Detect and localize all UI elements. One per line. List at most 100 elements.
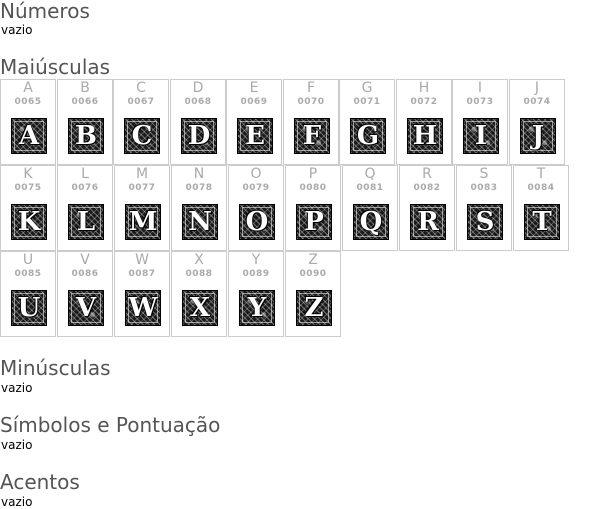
ornamental-initial-glyph: X xyxy=(182,290,218,326)
glyph-cell[interactable]: H 0072 H xyxy=(396,79,452,165)
glyph-cell[interactable]: M 0077 M xyxy=(114,165,170,251)
glyph-cell[interactable]: R 0082 R xyxy=(399,165,455,251)
glyph-cell[interactable]: C 0067 C xyxy=(113,79,169,165)
glyph-char-label: J xyxy=(534,80,540,96)
glyph-code-label: 0077 xyxy=(128,183,156,193)
glyph-char-label: A xyxy=(23,80,33,96)
glyph-char-label: L xyxy=(81,166,89,182)
glyph-preview-letter: Z xyxy=(304,293,324,323)
glyph-code-label: 0070 xyxy=(297,97,325,107)
glyph-preview-letter: W xyxy=(128,293,158,323)
glyph-cell[interactable]: I 0073 I xyxy=(452,79,508,165)
glyph-preview-letter: F xyxy=(302,121,322,151)
glyph-preview-letter: J xyxy=(531,121,545,151)
glyph-preview-letter: N xyxy=(188,207,212,237)
glyph-cell[interactable]: V 0086 V xyxy=(57,251,113,337)
glyph-cell[interactable]: Y 0089 Y xyxy=(228,251,284,337)
glyph-code-label: 0065 xyxy=(14,97,42,107)
glyph-cell[interactable]: Z 0090 Z xyxy=(285,251,341,337)
glyph-char-label: M xyxy=(135,166,149,182)
glyph-preview-letter: C xyxy=(131,121,153,151)
glyph-preview-letter: V xyxy=(75,293,97,323)
heading-acentos: Acentos xyxy=(0,470,80,494)
glyph-cell[interactable]: X 0088 X xyxy=(171,251,227,337)
glyph-preview-letter: A xyxy=(18,121,40,151)
glyph-char-label: X xyxy=(194,252,204,268)
ornamental-initial-glyph: Z xyxy=(296,290,332,326)
ornamental-initial-glyph: L xyxy=(68,204,104,240)
glyph-preview-letter: I xyxy=(474,121,488,151)
ornamental-initial-glyph: Y xyxy=(239,290,275,326)
glyph-cell[interactable]: F 0070 F xyxy=(283,79,339,165)
glyph-code-label: 0083 xyxy=(470,183,498,193)
glyph-cell[interactable]: K 0075 K xyxy=(0,165,56,251)
glyph-code-label: 0088 xyxy=(185,269,213,279)
ornamental-initial-glyph: S xyxy=(467,204,503,240)
glyph-cell[interactable]: O 0079 O xyxy=(228,165,284,251)
glyph-cell[interactable]: Q 0081 Q xyxy=(342,165,398,251)
glyph-char-label: Q xyxy=(364,166,376,182)
glyph-cell[interactable]: U 0085 U xyxy=(0,251,56,337)
glyph-char-label: Y xyxy=(251,252,261,268)
glyph-char-label: P xyxy=(308,166,318,182)
glyph-preview-letter: L xyxy=(76,207,96,237)
glyph-char-label: S xyxy=(479,166,489,182)
ornamental-initial-glyph: U xyxy=(11,290,47,326)
ornamental-initial-glyph: K xyxy=(11,204,47,240)
heading-minusculas: Minúsculas xyxy=(0,356,111,380)
glyph-cell[interactable]: P 0080 P xyxy=(285,165,341,251)
glyph-preview-letter: B xyxy=(75,121,97,151)
empty-label-minusculas: vazio xyxy=(1,381,33,395)
glyph-char-label: Z xyxy=(308,252,318,268)
glyph-cell[interactable]: T 0084 T xyxy=(513,165,569,251)
glyph-cell[interactable]: N 0078 N xyxy=(171,165,227,251)
ornamental-initial-glyph: B xyxy=(68,118,104,154)
glyph-preview-letter: X xyxy=(189,293,211,323)
empty-label-numeros: vazio xyxy=(1,23,33,37)
glyph-char-label: F xyxy=(306,80,316,96)
glyph-cell[interactable]: B 0066 B xyxy=(57,79,113,165)
glyph-preview-letter: H xyxy=(412,121,438,151)
glyph-char-label: B xyxy=(80,80,90,96)
glyph-code-label: 0079 xyxy=(242,183,270,193)
ornamental-initial-glyph: P xyxy=(296,204,332,240)
glyph-cell[interactable]: D 0068 D xyxy=(170,79,226,165)
ornamental-initial-glyph: J xyxy=(520,118,556,154)
glyph-cell[interactable]: W 0087 W xyxy=(114,251,170,337)
glyph-cell[interactable]: G 0071 G xyxy=(339,79,395,165)
heading-numeros: Números xyxy=(0,0,90,23)
glyph-cell[interactable]: J 0074 J xyxy=(509,79,565,165)
ornamental-initial-glyph: Q xyxy=(353,204,389,240)
glyph-cell[interactable]: S 0083 S xyxy=(456,165,512,251)
glyph-code-label: 0082 xyxy=(413,183,441,193)
glyph-preview-letter: E xyxy=(245,121,265,151)
glyph-preview-letter: D xyxy=(187,121,211,151)
glyph-char-label: H xyxy=(418,80,430,96)
glyph-code-label: 0068 xyxy=(184,97,212,107)
glyph-preview-letter: Q xyxy=(359,207,383,237)
glyph-char-label: T xyxy=(536,166,546,182)
glyph-code-label: 0074 xyxy=(523,97,551,107)
glyph-preview-letter: O xyxy=(245,207,269,237)
glyph-code-label: 0080 xyxy=(299,183,327,193)
glyph-char-label: U xyxy=(22,252,34,268)
glyph-cell[interactable]: A 0065 A xyxy=(0,79,56,165)
glyph-preview-letter: U xyxy=(17,293,41,323)
heading-maiusculas: Maiúsculas xyxy=(0,55,111,79)
glyph-code-label: 0078 xyxy=(185,183,213,193)
glyph-cell[interactable]: E 0069 E xyxy=(226,79,282,165)
empty-label-simbolos: vazio xyxy=(1,438,33,452)
glyph-code-label: 0072 xyxy=(410,97,438,107)
ornamental-initial-glyph: D xyxy=(181,118,217,154)
glyph-char-label: V xyxy=(80,252,90,268)
glyph-char-label: G xyxy=(361,80,373,96)
glyph-char-label: D xyxy=(192,80,204,96)
glyph-code-label: 0087 xyxy=(128,269,156,279)
glyph-preview-letter: S xyxy=(475,207,495,237)
ornamental-initial-glyph: A xyxy=(11,118,47,154)
glyph-code-label: 0084 xyxy=(527,183,555,193)
glyph-cell[interactable]: L 0076 L xyxy=(57,165,113,251)
glyph-char-label: C xyxy=(136,80,146,96)
glyph-code-label: 0089 xyxy=(242,269,270,279)
ornamental-initial-glyph: G xyxy=(350,118,386,154)
